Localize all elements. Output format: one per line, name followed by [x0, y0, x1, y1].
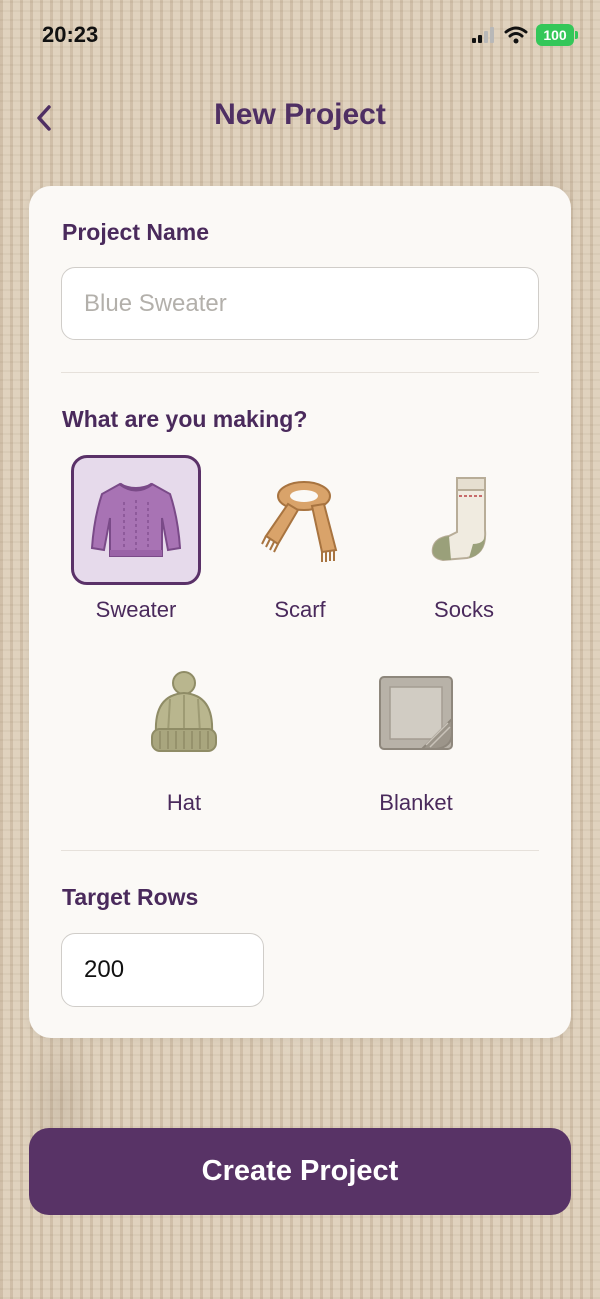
blanket-icon: [379, 676, 453, 750]
type-thumb: [399, 455, 529, 585]
divider: [61, 372, 539, 373]
divider: [61, 850, 539, 851]
project-name-label: Project Name: [62, 219, 210, 245]
target-rows-label: Target Rows: [62, 884, 199, 910]
socks-icon: [431, 477, 487, 562]
sweater-icon: [90, 482, 182, 557]
project-form-card: Project Name What are you making? Sweate…: [29, 186, 571, 1038]
signal-icon: [472, 27, 494, 43]
type-option-socks[interactable]: Socks: [399, 455, 529, 623]
status-icons: 100: [472, 24, 578, 46]
hat-icon: [151, 671, 217, 752]
type-label-blanket: Blanket: [379, 790, 453, 815]
page-title: New Project: [214, 98, 386, 131]
battery-indicator: 100: [536, 24, 578, 46]
project-type-label: What are you making?: [62, 406, 308, 432]
type-option-blanket[interactable]: Blanket: [351, 648, 481, 816]
project-name-input[interactable]: [61, 267, 539, 340]
status-time: 20:23: [42, 22, 99, 47]
type-thumb: [235, 455, 365, 585]
type-label-scarf: Scarf: [274, 597, 326, 622]
type-label-sweater: Sweater: [95, 597, 177, 622]
wifi-icon: [504, 26, 528, 44]
type-option-hat[interactable]: Hat: [119, 648, 249, 816]
type-label-socks: Socks: [434, 597, 494, 622]
type-label-hat: Hat: [166, 790, 202, 815]
type-thumb: [71, 455, 201, 585]
type-option-scarf[interactable]: Scarf: [235, 455, 365, 623]
create-project-button[interactable]: Create Project: [29, 1128, 571, 1215]
scarf-icon: [261, 481, 338, 562]
target-rows-input[interactable]: [61, 933, 264, 1007]
type-thumb: [351, 648, 481, 778]
status-bar: 20:23 100: [0, 0, 600, 70]
type-option-sweater[interactable]: Sweater: [71, 455, 201, 623]
type-thumb: [119, 648, 249, 778]
